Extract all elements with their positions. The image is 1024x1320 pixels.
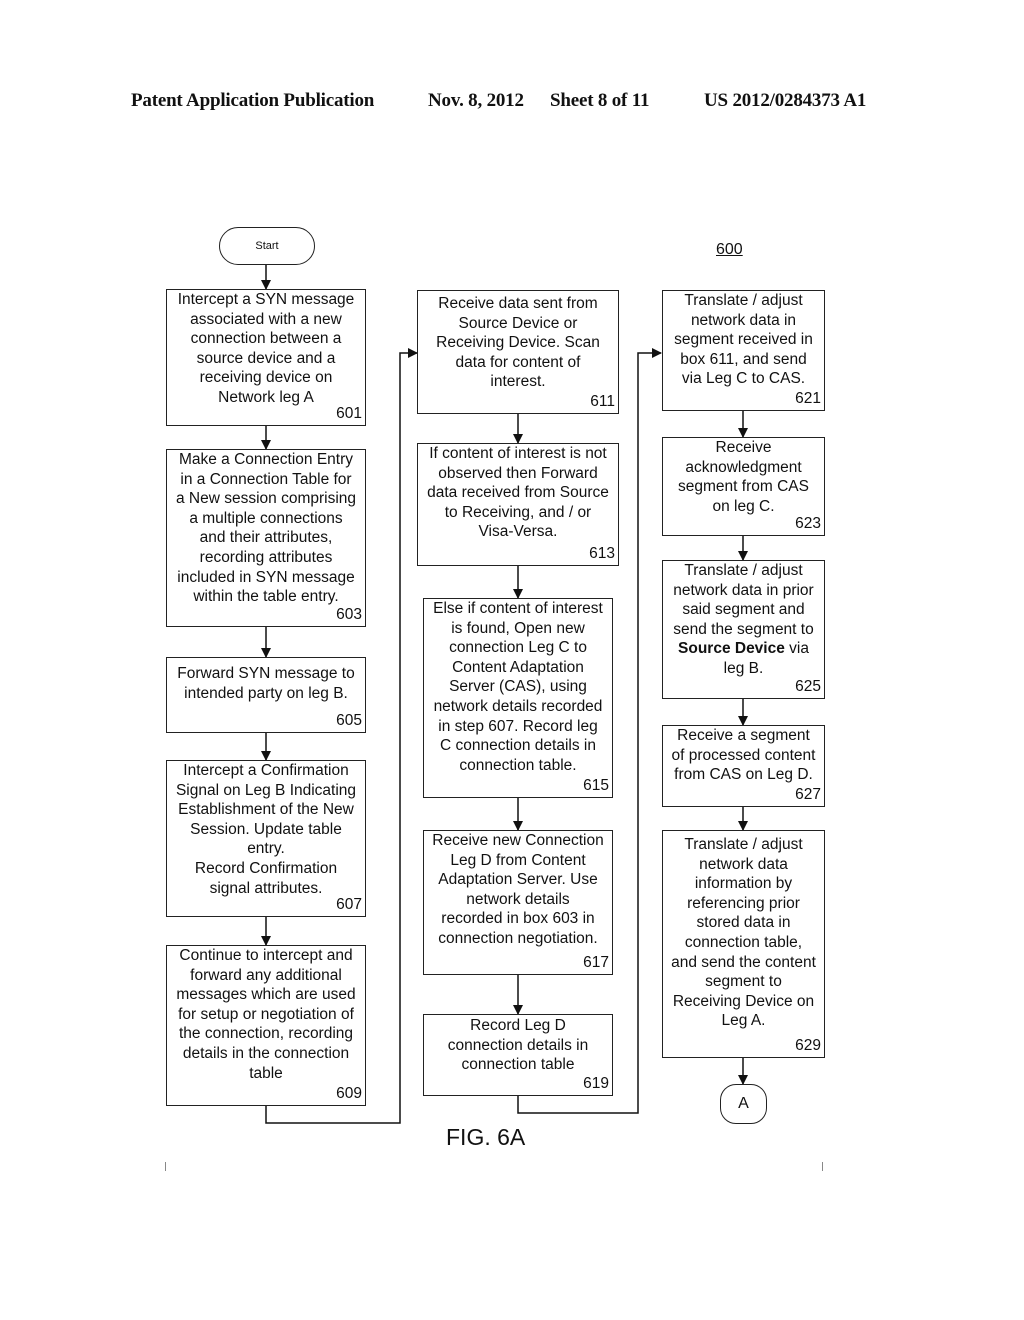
step-601-text: Intercept a SYN message associated with … — [177, 291, 355, 406]
step-611-number: 611 — [590, 393, 615, 411]
step-629-number: 629 — [795, 1037, 821, 1055]
step-607-number: 607 — [336, 896, 362, 914]
step-611-text: Receive data sent from Source Device or … — [436, 295, 600, 391]
step-615-text: Else if content of interest is found, Op… — [433, 600, 603, 774]
step-621-text: Translate / adjust network data in segme… — [674, 292, 813, 388]
step-605-text: Forward SYN message to intended party on… — [177, 665, 355, 702]
step-627-text: Receive a segment of processed content f… — [671, 727, 816, 784]
step-623-text: Receive acknowledgment segment from CAS … — [678, 439, 809, 515]
step-625-text-bold: Source Device — [678, 640, 785, 658]
step-629-text: Translate / adjust network data informat… — [671, 836, 816, 1030]
step-613: If content of interest is not observed t… — [417, 443, 619, 566]
scan-mark-left — [165, 1162, 166, 1171]
step-617: Receive new Connection Leg D from Conten… — [423, 830, 613, 975]
step-621: Translate / adjust network data in segme… — [662, 290, 825, 411]
offpage-connector-a: A — [720, 1084, 767, 1124]
step-609: Continue to intercept and forward any ad… — [166, 945, 366, 1106]
step-629: Translate / adjust network data informat… — [662, 830, 825, 1058]
step-625: Translate / adjust network data in prior… — [662, 560, 825, 699]
step-627: Receive a segment of processed content f… — [662, 725, 825, 807]
step-609-text: Continue to intercept and forward any ad… — [176, 947, 356, 1082]
step-615: Else if content of interest is found, Op… — [423, 598, 613, 798]
step-601-number: 601 — [336, 405, 362, 423]
step-625-number: 625 — [795, 678, 821, 696]
step-615-number: 615 — [583, 777, 609, 795]
scan-mark-right — [822, 1162, 823, 1171]
step-603-number: 603 — [336, 606, 362, 624]
step-619-number: 619 — [583, 1075, 609, 1093]
step-605-number: 605 — [336, 712, 362, 730]
step-625-text-part: Translate / adjust network data in prior… — [673, 562, 814, 638]
step-617-number: 617 — [583, 954, 609, 972]
step-619: Record Leg D connection details in conne… — [423, 1014, 613, 1096]
step-625-text: Translate / adjust network data in prior… — [665, 561, 822, 679]
step-607-text: Intercept a Confirmation Signal on Leg B… — [175, 762, 357, 897]
figure-reference-number: 600 — [716, 241, 743, 258]
step-617-text: Receive new Connection Leg D from Conten… — [432, 832, 604, 947]
step-623: Receive acknowledgment segment from CAS … — [662, 437, 825, 536]
step-605: Forward SYN message to intended party on… — [166, 657, 366, 733]
step-609-number: 609 — [336, 1085, 362, 1103]
step-621-number: 621 — [795, 390, 821, 408]
step-619-text: Record Leg D connection details in conne… — [447, 1017, 589, 1074]
figure-label: FIG. 6A — [446, 1124, 526, 1150]
step-601: Intercept a SYN message associated with … — [166, 289, 366, 426]
step-611: Receive data sent from Source Device or … — [417, 290, 619, 414]
connector-label: A — [738, 1095, 749, 1112]
start-label: Start — [255, 240, 279, 252]
step-623-number: 623 — [795, 515, 821, 533]
step-607: Intercept a Confirmation Signal on Leg B… — [166, 760, 366, 917]
start-terminator: Start — [219, 227, 315, 265]
step-613-text: If content of interest is not observed t… — [427, 445, 609, 541]
step-613-number: 613 — [589, 545, 615, 563]
step-603-text: Make a Connection Entry in a Connection … — [175, 451, 357, 606]
step-603: Make a Connection Entry in a Connection … — [166, 449, 366, 627]
step-627-number: 627 — [795, 786, 821, 804]
